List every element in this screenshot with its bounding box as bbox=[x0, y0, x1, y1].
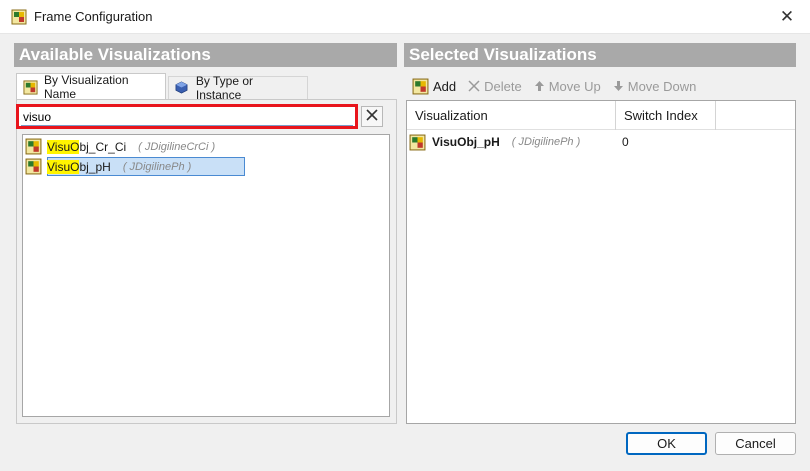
move-down-button[interactable]: Move Down bbox=[607, 75, 703, 97]
clear-search-button[interactable] bbox=[361, 106, 383, 127]
visu-object-icon bbox=[25, 158, 42, 175]
selected-visualizations-grid[interactable]: Visualization Switch Index VisuObj_pH ( … bbox=[406, 100, 796, 424]
available-visualizations-list[interactable]: VisuO bj_Cr_Ci ( JDigilineCrCi ) VisuO bj_… bbox=[22, 134, 390, 417]
column-header-visualization[interactable]: Visualization bbox=[407, 101, 616, 130]
search-match: VisuO bbox=[47, 159, 80, 174]
list-item[interactable]: VisuO bj_pH ( JDigilinePh ) bbox=[25, 157, 191, 176]
tab-by-visualization-name[interactable]: By Visualization Name bbox=[16, 73, 166, 101]
item-type: ( JDigilinePh ) bbox=[122, 160, 192, 173]
item-type: ( JDigilineCrCi ) bbox=[138, 140, 216, 153]
list-item[interactable]: VisuO bj_Cr_Ci ( JDigilineCrCi ) bbox=[25, 137, 215, 156]
grid-header: Visualization Switch Index bbox=[407, 101, 795, 130]
ok-button[interactable]: OK bbox=[626, 432, 707, 455]
column-header-switch-index[interactable]: Switch Index bbox=[616, 101, 716, 130]
item-name-rest: bj_pH bbox=[79, 159, 111, 174]
move-up-label: Move Up bbox=[548, 78, 601, 94]
item-name: VisuO bj_pH bbox=[47, 159, 111, 174]
window-title: Frame Configuration bbox=[34, 9, 153, 24]
selected-toolbar: Add Delete Move Up Move Down bbox=[406, 73, 796, 99]
visu-object-icon bbox=[409, 134, 426, 151]
move-down-label: Move Down bbox=[627, 78, 697, 94]
item-name: VisuO bj_Cr_Ci bbox=[47, 139, 127, 154]
visu-object-icon bbox=[25, 138, 42, 155]
cube-icon bbox=[175, 81, 190, 96]
tab-by-type-or-instance[interactable]: By Type or Instance bbox=[168, 74, 308, 102]
close-icon[interactable]: ✕ bbox=[764, 0, 810, 34]
switch-index-cell[interactable]: 0 bbox=[622, 132, 629, 152]
visu-object-icon bbox=[11, 9, 27, 25]
row-visualization-name: VisuObj_pH bbox=[432, 135, 500, 149]
add-button[interactable]: Add bbox=[406, 75, 462, 97]
tab-label: By Type or Instance bbox=[195, 74, 254, 102]
search-box bbox=[16, 104, 358, 129]
delete-label: Delete bbox=[484, 78, 522, 94]
arrow-up-icon bbox=[534, 80, 545, 92]
selected-visualizations-header: Selected Visualizations bbox=[404, 43, 796, 67]
arrow-down-icon bbox=[613, 80, 624, 92]
clear-x-icon bbox=[365, 108, 379, 125]
delete-button[interactable]: Delete bbox=[462, 75, 528, 97]
available-visualizations-header: Available Visualizations bbox=[14, 43, 397, 67]
search-input[interactable] bbox=[21, 108, 353, 126]
visualization-cell: VisuObj_pH ( JDigilinePh ) bbox=[409, 132, 580, 152]
visu-object-icon bbox=[23, 79, 38, 95]
row-visualization-type: ( JDigilinePh ) bbox=[511, 136, 581, 148]
cancel-button[interactable]: Cancel bbox=[715, 432, 796, 455]
table-row[interactable]: VisuObj_pH ( JDigilinePh ) 0 bbox=[407, 132, 795, 152]
title-bar: Frame Configuration ✕ bbox=[0, 0, 810, 34]
tab-label: By Visualization Name bbox=[44, 73, 129, 101]
item-name-rest: bj_Cr_Ci bbox=[79, 139, 127, 154]
search-match: VisuO bbox=[47, 139, 80, 154]
delete-x-icon bbox=[468, 80, 480, 92]
add-label: Add bbox=[433, 78, 457, 94]
visu-object-icon bbox=[412, 78, 429, 95]
move-up-button[interactable]: Move Up bbox=[528, 75, 607, 97]
